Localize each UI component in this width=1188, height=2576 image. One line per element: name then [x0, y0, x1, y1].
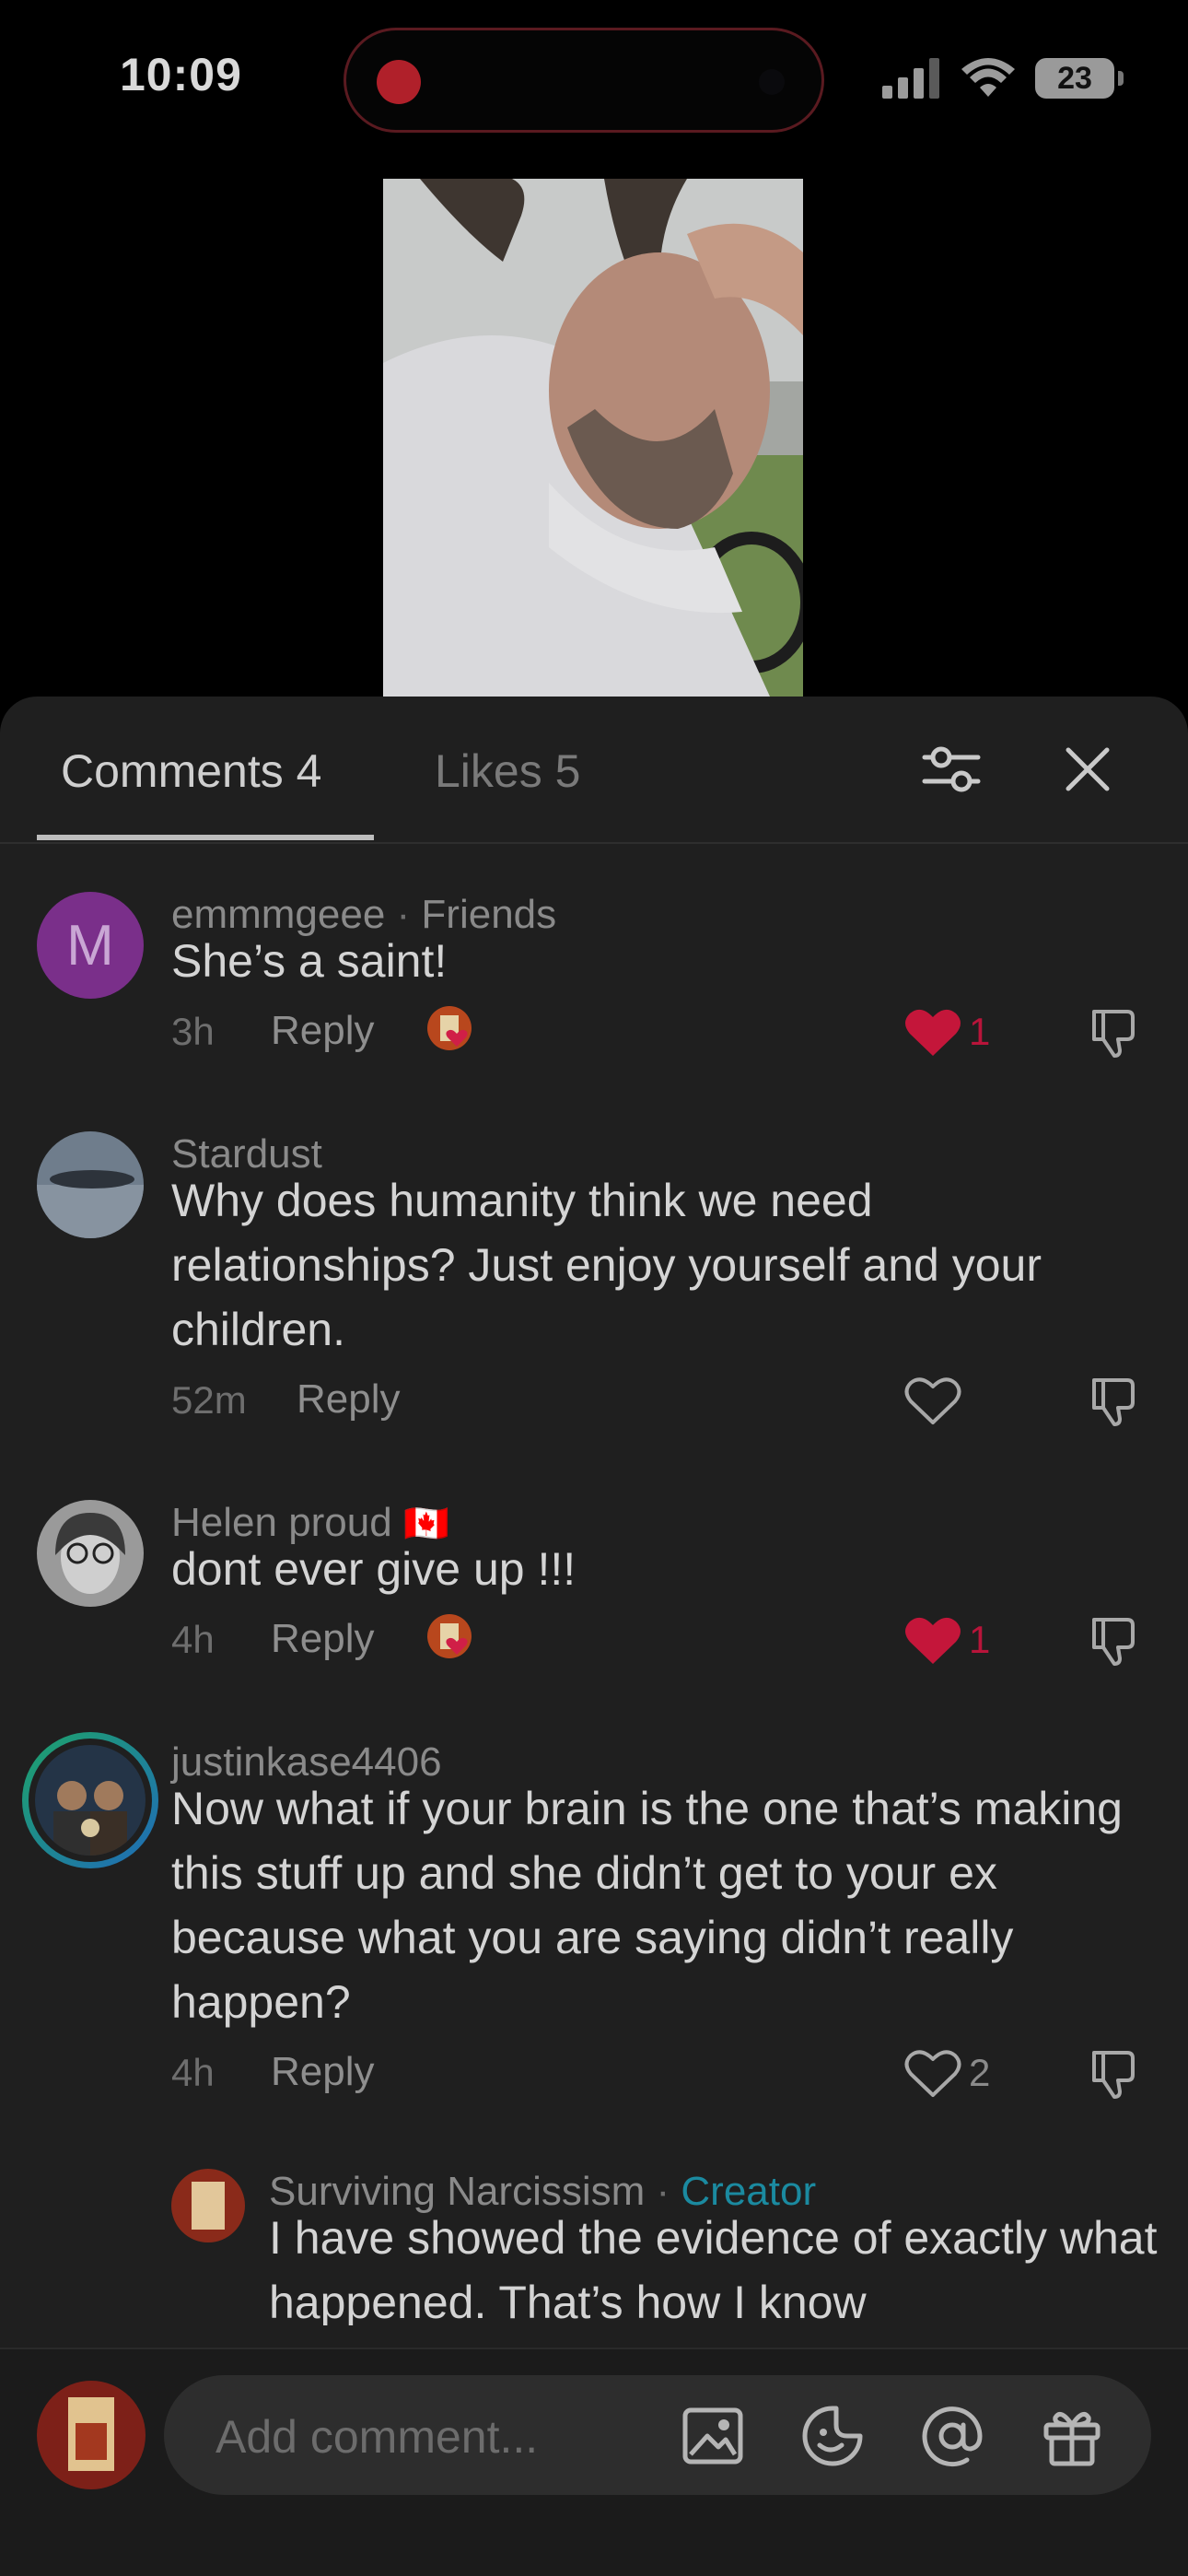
avatar[interactable]: M: [37, 892, 144, 999]
gift-icon[interactable]: [1039, 2403, 1105, 2469]
comment-time: 52m: [171, 1378, 247, 1422]
avatar-letter: M: [66, 913, 114, 978]
dislike-icon[interactable]: [1085, 2045, 1142, 2102]
signal-icon: [882, 58, 939, 99]
comment-sheet: Comments 4 Likes 5 M emmmgeee · Friends: [0, 697, 1188, 2576]
comment-time: 4h: [171, 1618, 215, 1661]
reply-button[interactable]: Reply: [271, 1616, 375, 1662]
screen: 10:09 23 Comments 4 Likes 5 M emmmgeee ·…: [0, 0, 1188, 2576]
avatar[interactable]: [171, 2169, 245, 2242]
dislike-icon[interactable]: [1085, 1373, 1142, 1430]
like-count: 1: [969, 1010, 991, 1053]
reply-item: Surviving Narcissism · Creator I have sh…: [0, 2169, 1188, 2325]
like-count: 2: [969, 2051, 991, 2094]
tab-comments[interactable]: Comments 4: [61, 744, 321, 798]
active-tab-indicator: [37, 835, 374, 840]
creator-liked-icon: [427, 1614, 472, 1658]
reply-text: I have showed the evidence of exactly wh…: [269, 2212, 1158, 2325]
wifi-icon: [961, 58, 1015, 97]
heart-icon[interactable]: [904, 1375, 961, 1426]
comment-input[interactable]: Add comment...: [164, 2375, 1151, 2495]
reply-button[interactable]: Reply: [297, 1376, 401, 1423]
video-thumbnail: [383, 179, 803, 697]
dislike-icon[interactable]: [1085, 1004, 1142, 1061]
video-preview[interactable]: [383, 179, 803, 697]
comment-placeholder: Add comment...: [215, 2411, 539, 2463]
comment-text: dont ever give up !!!: [171, 1543, 577, 1595]
heart-icon[interactable]: [904, 1006, 961, 1058]
tab-bar: Comments 4 Likes 5: [0, 697, 1188, 844]
creator-liked-icon: [427, 1006, 472, 1050]
recording-icon: [377, 60, 421, 104]
avatar-image: [37, 1500, 144, 1607]
camera-icon: [759, 69, 785, 95]
avatar-image: [35, 1745, 146, 1856]
comment-time: 4h: [171, 2051, 215, 2094]
emoji-icon[interactable]: [799, 2403, 866, 2469]
comment-text: She’s a saint!: [171, 935, 448, 987]
status-icons: 23: [882, 55, 1124, 101]
close-icon[interactable]: [1055, 737, 1120, 802]
comment-text: Now what if your brain is the one that’s…: [171, 1783, 1123, 2028]
tab-likes[interactable]: Likes 5: [435, 744, 580, 798]
reply-button[interactable]: Reply: [271, 1008, 375, 1054]
avatar[interactable]: [37, 1500, 144, 1607]
avatar[interactable]: [37, 1131, 144, 1238]
heart-icon[interactable]: [904, 1614, 961, 1666]
mention-icon[interactable]: [919, 2403, 985, 2469]
comment-composer: Add comment...: [0, 2348, 1188, 2576]
book-cover-icon: [192, 2182, 225, 2230]
battery-indicator: 23: [1035, 58, 1124, 99]
like-count: 1: [969, 1618, 991, 1661]
status-time: 10:09: [120, 49, 242, 100]
my-avatar: [37, 2381, 146, 2489]
reply-button[interactable]: Reply: [271, 2049, 375, 2095]
avatar-image: [37, 1131, 144, 1238]
comment-time: 3h: [171, 1010, 215, 1053]
image-icon[interactable]: [680, 2403, 746, 2469]
avatar[interactable]: [22, 1732, 158, 1868]
comment-text: Why does humanity think we need relation…: [171, 1175, 1042, 1355]
dislike-icon[interactable]: [1085, 1612, 1142, 1669]
filter-icon[interactable]: [919, 737, 984, 802]
dynamic-island: [344, 28, 824, 133]
heart-icon[interactable]: [904, 2047, 961, 2099]
